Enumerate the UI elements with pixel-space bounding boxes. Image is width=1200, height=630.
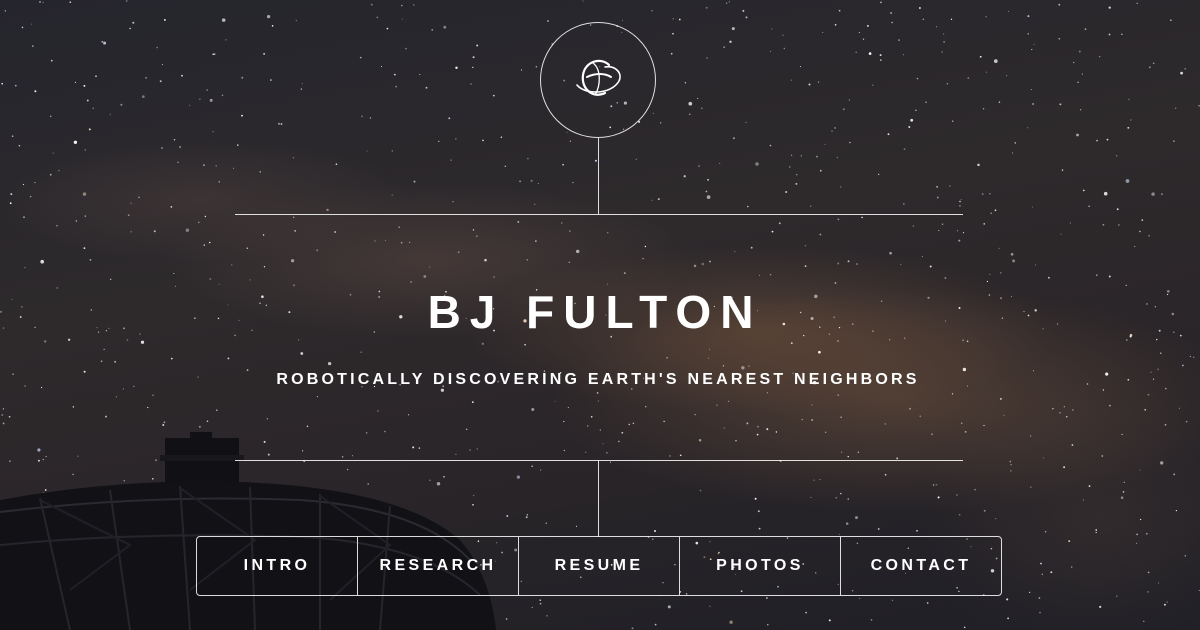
site-title: BJ FULTON	[427, 286, 763, 338]
site-tagline: ROBOTICALLY DISCOVERING EARTH'S NEAREST …	[276, 371, 920, 388]
nav-connector-line	[598, 460, 599, 537]
nav-item-resume[interactable]: RESUME	[518, 537, 679, 595]
nav-item-photos[interactable]: PHOTOS	[679, 537, 840, 595]
top-divider-line	[235, 214, 963, 215]
hero-background: BJ FULTON ROBOTICALLY DISCOVERING EARTH'…	[0, 0, 1200, 630]
main-nav: INTRO RESEARCH RESUME PHOTOS CONTACT	[196, 536, 1002, 596]
logo-connector-line	[598, 138, 599, 214]
nav-item-contact[interactable]: CONTACT	[840, 537, 1001, 595]
nav-item-intro[interactable]: INTRO	[197, 537, 357, 595]
stylized-e-orbit-icon	[576, 59, 621, 96]
nav-item-research[interactable]: RESEARCH	[357, 537, 518, 595]
logo-badge[interactable]	[540, 22, 656, 138]
bottom-divider-line	[235, 460, 963, 461]
